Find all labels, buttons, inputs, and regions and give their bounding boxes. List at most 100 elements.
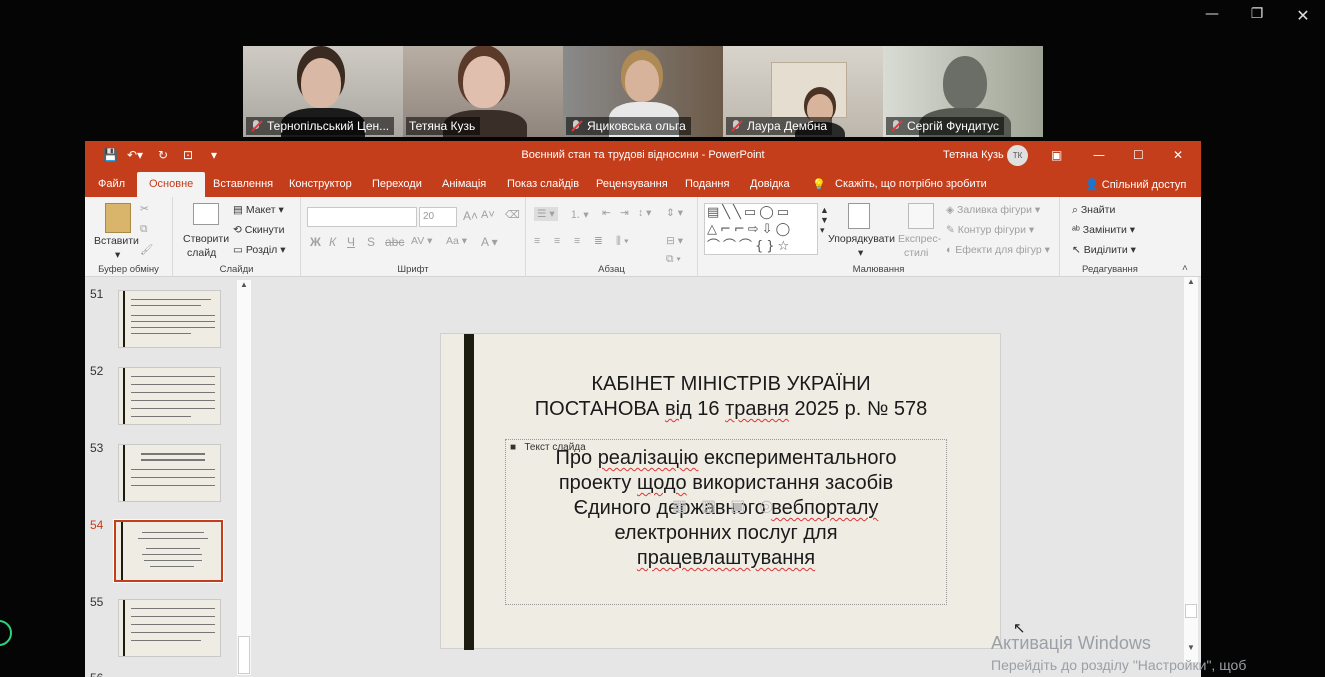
- justify-icon[interactable]: ≣: [594, 235, 603, 247]
- italic-icon[interactable]: К: [329, 235, 336, 249]
- mic-muted-icon: [889, 119, 903, 133]
- share-button[interactable]: 👤 Спільний доступ: [1085, 178, 1186, 191]
- minimize-icon[interactable]: —: [1198, 6, 1226, 22]
- cursor-icon: ↖: [1072, 244, 1084, 256]
- close-icon[interactable]: ✕: [1289, 6, 1317, 25]
- layout-button[interactable]: ▤ Макет ▾: [233, 204, 284, 216]
- participant-tile[interactable]: Тернопільський Цен...: [243, 46, 403, 137]
- increase-font-icon[interactable]: A˄: [463, 209, 478, 223]
- slide-thumbnail[interactable]: [118, 599, 221, 657]
- participant-tile[interactable]: Лаура Дембна: [723, 46, 883, 137]
- replace-button[interactable]: ᵃᵇ Замінити ▾: [1072, 224, 1135, 236]
- section-button[interactable]: ▭ Розділ ▾: [233, 244, 285, 256]
- section-icon: ▭: [233, 244, 246, 256]
- participant-name: Тетяна Кузь: [409, 119, 476, 133]
- cut-icon[interactable]: ✂: [140, 203, 149, 215]
- content-placeholder[interactable]: ■ Текст слайда Про реалізацію експеримен…: [505, 439, 947, 605]
- minimize-icon[interactable]: —: [1093, 148, 1105, 162]
- columns-icon[interactable]: ⫼ ▾: [616, 235, 629, 248]
- case-icon[interactable]: Aa ▾: [446, 235, 467, 247]
- bullets-icon[interactable]: ☰ ▾: [534, 207, 558, 221]
- drawing-group: ▤╲╲▭◯▭ △⌐⌐⇨⇩◯ ⌒⌒⌒{}☆ ▲ ▼ ▾ Упорядкувати ▾ Ек…: [698, 197, 1060, 277]
- tell-me-search[interactable]: Скажіть, що потрібно зробити: [835, 178, 987, 190]
- tab-home[interactable]: Основне: [137, 172, 206, 197]
- scroll-down-icon[interactable]: ▼: [1184, 643, 1198, 652]
- slide-scrollbar[interactable]: ▲ ▼: [1184, 277, 1198, 662]
- copy-icon[interactable]: ⧉: [140, 223, 148, 236]
- decrease-font-icon[interactable]: A˅: [481, 209, 495, 221]
- tab-review[interactable]: Рецензування: [596, 178, 668, 190]
- reset-button[interactable]: ⟲ Скинути: [233, 224, 284, 236]
- share-indicator-icon[interactable]: [0, 620, 12, 646]
- slides-group: Створити слайд ▤ Макет ▾ ⟲ Скинути ▭ Роз…: [173, 197, 301, 277]
- tab-help[interactable]: Довідка: [750, 178, 790, 190]
- current-slide[interactable]: КАБІНЕТ МІНІСТРІВ УКРАЇНИ ПОСТАНОВА від …: [440, 333, 1001, 650]
- participant-strip: Тернопільський Цен... Тетяна Кузь Яциков…: [243, 46, 1043, 137]
- tab-transitions[interactable]: Переходи: [372, 178, 422, 190]
- tab-design[interactable]: Конструктор: [289, 178, 352, 190]
- align-center-icon[interactable]: ≡: [554, 235, 560, 247]
- line-spacing-icon[interactable]: ↕ ▾: [638, 207, 651, 219]
- insert-content-icons[interactable]: ▦▥▣◎: [672, 496, 787, 515]
- user-name[interactable]: Тетяна Кузь: [943, 149, 1004, 161]
- activation-watermark-title: Активація Windows: [991, 633, 1151, 653]
- font-color-icon[interactable]: A ▾: [481, 235, 498, 249]
- clear-format-icon[interactable]: ⌫: [505, 209, 520, 221]
- scrollbar-thumb[interactable]: [1185, 604, 1197, 618]
- font-name-input[interactable]: [307, 207, 417, 227]
- slide-number: 52: [90, 364, 104, 378]
- ribbon-display-icon[interactable]: ▣: [1051, 148, 1062, 162]
- slide-thumbnail[interactable]: [118, 367, 221, 425]
- shape-effects-button[interactable]: ◐ Ефекти для фігур ▾: [946, 244, 1050, 256]
- arrange-button[interactable]: Упорядкувати: [828, 233, 895, 245]
- tab-file[interactable]: Файл: [98, 178, 125, 190]
- participant-tile[interactable]: Яциковська ольга: [563, 46, 723, 137]
- new-slide-button[interactable]: Створити: [183, 233, 229, 245]
- shapes-gallery[interactable]: ▤╲╲▭◯▭ △⌐⌐⇨⇩◯ ⌒⌒⌒{}☆: [704, 203, 818, 255]
- find-button[interactable]: ⌕ Знайти: [1072, 204, 1115, 217]
- decrease-indent-icon[interactable]: ⇤: [602, 207, 611, 219]
- select-button[interactable]: ↖ Виділити ▾: [1072, 244, 1136, 256]
- slide-thumbnail[interactable]: [118, 444, 221, 502]
- close-icon[interactable]: ✕: [1173, 148, 1183, 162]
- shape-fill-button[interactable]: ◈ Заливка фігури ▾: [946, 204, 1040, 216]
- restore-icon[interactable]: ❐: [1243, 6, 1271, 22]
- slide-thumbnail[interactable]: [118, 290, 221, 348]
- align-text-icon[interactable]: ⊟ ▾: [666, 235, 683, 247]
- thumbnails-scrollbar[interactable]: ▲: [237, 280, 251, 675]
- format-painter-icon[interactable]: 🖌: [140, 243, 153, 256]
- align-left-icon[interactable]: ≡: [534, 235, 540, 247]
- scroll-up-icon[interactable]: ▲: [237, 280, 251, 289]
- shape-outline-button[interactable]: ✎ Контур фігури ▾: [946, 224, 1034, 236]
- spacing-icon[interactable]: AV ▾: [411, 235, 432, 247]
- mic-muted-icon: [569, 119, 583, 133]
- maximize-icon[interactable]: ☐: [1133, 148, 1144, 162]
- strike-icon[interactable]: abc: [385, 235, 404, 249]
- font-size-input[interactable]: 20: [419, 207, 457, 227]
- collapse-ribbon-icon[interactable]: ˄: [1182, 263, 1188, 274]
- tab-animations[interactable]: Анімація: [442, 178, 486, 190]
- text-direction-icon[interactable]: ⇕ ▾: [666, 207, 683, 219]
- shadow-icon[interactable]: S: [367, 235, 375, 249]
- underline-icon[interactable]: Ч: [347, 235, 355, 249]
- ribbon-tabs: Файл Основне Вставлення Конструктор Пере…: [85, 170, 1201, 197]
- search-icon: ⌕: [1072, 204, 1081, 216]
- paste-button[interactable]: Вставити: [94, 235, 139, 247]
- tab-view[interactable]: Подання: [685, 178, 729, 190]
- bold-icon[interactable]: Ж: [310, 235, 321, 249]
- scroll-up-icon[interactable]: ▲: [1184, 277, 1198, 286]
- numbering-icon[interactable]: ⒈ ▾: [570, 207, 589, 222]
- participant-tile-active[interactable]: Тетяна Кузь: [403, 46, 563, 137]
- pen-icon: ✎: [946, 224, 958, 236]
- participant-tile[interactable]: Сергій Фундитус: [883, 46, 1043, 137]
- quick-styles-button[interactable]: Експрес-: [898, 233, 941, 245]
- scrollbar-thumb[interactable]: [238, 636, 250, 674]
- avatar[interactable]: ТК: [1007, 145, 1028, 166]
- slide-thumbnail-selected[interactable]: [113, 519, 224, 583]
- align-right-icon[interactable]: ≡: [574, 235, 580, 247]
- tab-insert[interactable]: Вставлення: [213, 178, 273, 190]
- slide-number: 51: [90, 287, 104, 301]
- tab-slideshow[interactable]: Показ слайдів: [507, 178, 579, 190]
- title-bar: 💾 ↶▾ ↻ ⊡ ▾ Воєнний стан та трудові відно…: [85, 141, 1201, 170]
- increase-indent-icon[interactable]: ⇥: [620, 207, 629, 219]
